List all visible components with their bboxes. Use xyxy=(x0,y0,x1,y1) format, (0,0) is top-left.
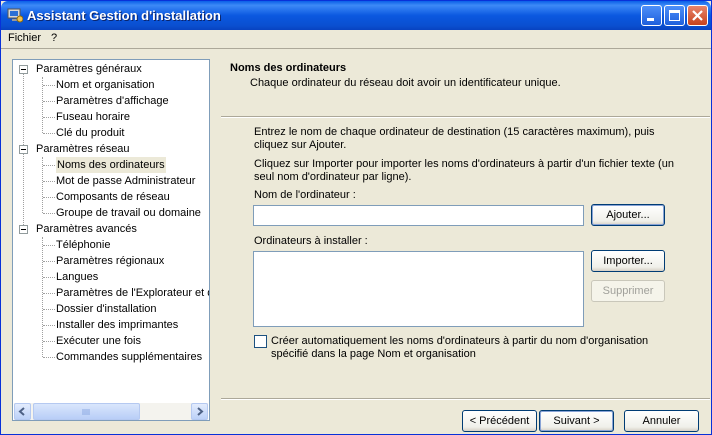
scroll-thumb[interactable] xyxy=(33,403,140,420)
tree-connector xyxy=(43,309,55,311)
tree-item-regional-settings[interactable]: Paramètres régionaux xyxy=(56,253,164,269)
tree-connector xyxy=(43,165,55,167)
minimize-icon xyxy=(647,18,654,21)
tree-connector xyxy=(43,245,55,247)
tree-item-additional-commands[interactable]: Commandes supplémentaires xyxy=(56,349,202,365)
auto-names-label-line2[interactable]: spécifié dans la page Nom et organisatio… xyxy=(271,348,476,361)
menu-bar: Fichier ? xyxy=(1,30,711,48)
add-button[interactable]: Ajouter... xyxy=(591,204,665,226)
tree-connector xyxy=(43,197,55,199)
collapse-toggle-general[interactable] xyxy=(19,65,28,74)
auto-names-label-line1[interactable]: Créer automatiquement les noms d'ordinat… xyxy=(271,335,648,348)
auto-names-checkbox[interactable] xyxy=(254,335,267,348)
tree-connector xyxy=(43,261,55,263)
instruction-text-1b: cliquez sur Ajouter. xyxy=(254,139,347,151)
window-title: Assistant Gestion d'installation xyxy=(27,8,221,23)
tree-item-workgroup-domain[interactable]: Groupe de travail ou domaine xyxy=(56,205,201,221)
back-button[interactable]: < Précédent xyxy=(462,410,537,432)
page-header: Noms des ordinateurs Chaque ordinateur d… xyxy=(221,58,710,116)
tree-item-time-zone[interactable]: Fuseau horaire xyxy=(56,109,130,125)
tree-connector xyxy=(42,237,44,357)
wizard-window: Assistant Gestion d'installation Fichier… xyxy=(0,0,712,435)
tree-connector xyxy=(43,357,55,359)
arrow-right-icon xyxy=(197,407,204,416)
tree-connector xyxy=(43,325,55,327)
footer-divider-highlight xyxy=(221,399,710,400)
title-bar[interactable]: Assistant Gestion d'installation xyxy=(1,1,711,30)
page-title: Noms des ordinateurs xyxy=(230,62,347,74)
tree-connector xyxy=(43,213,55,215)
collapse-toggle-advanced[interactable] xyxy=(19,225,28,234)
close-button[interactable] xyxy=(687,5,708,26)
tree-item-explorer-settings[interactable]: Paramètres de l'Explorateur et de xyxy=(56,285,209,301)
tree-item-admin-password[interactable]: Mot de passe Administrateur xyxy=(56,173,195,189)
minimize-button[interactable] xyxy=(641,5,662,26)
tree-item-product-key[interactable]: Clé du produit xyxy=(56,125,125,141)
import-button[interactable]: Importer... xyxy=(591,250,665,272)
computers-list[interactable] xyxy=(253,251,584,327)
collapse-toggle-network[interactable] xyxy=(19,145,28,154)
tree-item-run-once[interactable]: Exécuter une fois xyxy=(56,333,141,349)
maximize-icon xyxy=(669,10,680,21)
tree-connector xyxy=(43,133,55,135)
page-subtitle: Chaque ordinateur du réseau doit avoir u… xyxy=(250,77,561,89)
menu-divider xyxy=(1,48,711,49)
tree-connector xyxy=(43,117,55,119)
close-icon xyxy=(692,10,703,21)
settings-tree[interactable]: Paramètres généraux Nom et organisation … xyxy=(12,59,210,421)
instruction-text-1a: Entrez le nom de chaque ordinateur de de… xyxy=(254,126,655,138)
tree-item-install-folder[interactable]: Dossier d'installation xyxy=(56,301,157,317)
scroll-left-button[interactable] xyxy=(14,403,31,420)
header-divider-highlight xyxy=(221,117,710,118)
arrow-left-icon xyxy=(18,407,25,416)
tree-connector xyxy=(43,181,55,183)
computers-list-label: Ordinateurs à installer : xyxy=(254,235,368,247)
instruction-text-2b: seul nom d'ordinateur par ligne). xyxy=(254,171,412,183)
computer-name-input[interactable] xyxy=(253,205,584,226)
instruction-text-2a: Cliquez sur Importer pour importer les n… xyxy=(254,158,674,170)
cancel-button[interactable]: Annuler xyxy=(624,410,699,432)
tree-connector xyxy=(43,101,55,103)
tree-item-name-organisation[interactable]: Nom et organisation xyxy=(56,77,154,93)
grip-icon xyxy=(82,409,90,415)
tree-category-network[interactable]: Paramètres réseau xyxy=(36,141,130,157)
tree-item-display-settings[interactable]: Paramètres d'affichage xyxy=(56,93,169,109)
tree-category-advanced[interactable]: Paramètres avancés xyxy=(36,221,137,237)
delete-button: Supprimer xyxy=(591,280,665,302)
tree-item-languages[interactable]: Langues xyxy=(56,269,98,285)
menu-help[interactable]: ? xyxy=(51,32,57,44)
maximize-button[interactable] xyxy=(664,5,685,26)
tree-horizontal-scrollbar[interactable] xyxy=(14,403,208,420)
setup-manager-icon xyxy=(7,8,23,23)
computer-name-label: Nom de l'ordinateur : xyxy=(254,189,356,201)
tree-connector xyxy=(43,277,55,279)
tree-category-general[interactable]: Paramètres généraux xyxy=(36,61,142,77)
scroll-right-button[interactable] xyxy=(191,403,208,420)
menu-file[interactable]: Fichier xyxy=(8,32,41,44)
tree-connector xyxy=(43,293,55,295)
tree-item-install-printers[interactable]: Installer des imprimantes xyxy=(56,317,178,333)
tree-connector xyxy=(43,341,55,343)
tree-item-telephony[interactable]: Téléphonie xyxy=(56,237,110,253)
tree-item-network-components[interactable]: Composants de réseau xyxy=(56,189,170,205)
next-button[interactable]: Suivant > xyxy=(539,410,614,432)
tree-item-computer-names[interactable]: Noms des ordinateurs xyxy=(56,157,166,173)
tree-connector xyxy=(43,85,55,87)
